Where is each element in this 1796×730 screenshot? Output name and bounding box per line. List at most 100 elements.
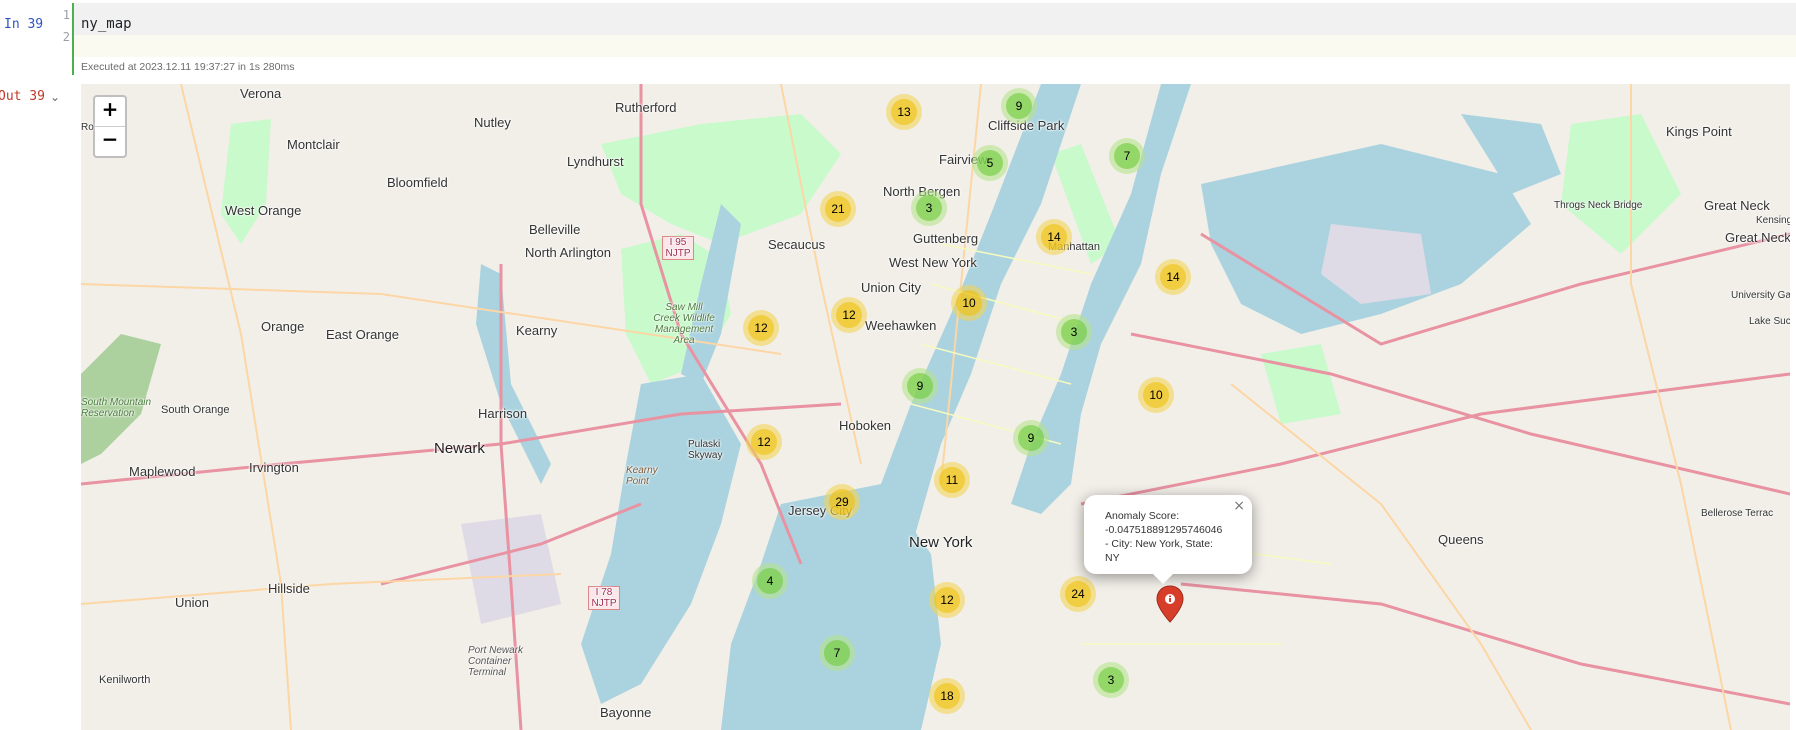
place-label: West Orange xyxy=(225,203,302,218)
collapse-output-icon[interactable]: ⌄ xyxy=(50,90,60,104)
cluster-count: 29 xyxy=(829,489,855,515)
place-label: Bayonne xyxy=(600,705,652,720)
cluster-count: 9 xyxy=(907,373,933,399)
marker-cluster[interactable]: 12 xyxy=(831,297,867,333)
marker-cluster[interactable]: 21 xyxy=(820,191,856,227)
place-label: Nutley xyxy=(474,115,511,130)
marker-cluster[interactable]: 13 xyxy=(886,94,922,130)
place-label: Newark xyxy=(434,440,485,457)
cluster-count: 18 xyxy=(934,683,960,709)
popup-line: - City: New York, State: xyxy=(1105,538,1213,550)
place-label: Montclair xyxy=(287,137,340,152)
place-label: Orange xyxy=(261,319,305,334)
place-label: West New York xyxy=(889,255,977,270)
popup-line: NY xyxy=(1105,552,1120,564)
place-label: Kearny xyxy=(516,323,558,338)
place-label: Lake Success xyxy=(1749,316,1790,327)
place-label: Queens xyxy=(1438,532,1484,547)
zoom-out-button[interactable]: − xyxy=(95,126,125,156)
place-label: Kenilworth xyxy=(99,674,151,686)
marker-cluster[interactable]: 29 xyxy=(824,484,860,520)
popup-content: Anomaly Score: -0.047518891295746046 - C… xyxy=(1105,509,1235,565)
cluster-count: 12 xyxy=(751,429,777,455)
cluster-count: 12 xyxy=(748,315,774,341)
place-label: Kensingto xyxy=(1756,215,1790,226)
marker-cluster[interactable]: 18 xyxy=(929,678,965,714)
place-label: Kings Point xyxy=(1666,124,1732,139)
marker-cluster[interactable]: 9 xyxy=(902,368,938,404)
marker-cluster[interactable]: 7 xyxy=(1109,138,1145,174)
highway-shield: I 95 NJTP xyxy=(662,236,694,260)
marker-cluster[interactable]: 24 xyxy=(1060,576,1096,612)
marker-cluster[interactable]: 10 xyxy=(951,285,987,321)
marker-cluster[interactable]: 14 xyxy=(1036,219,1072,255)
marker-cluster[interactable]: 10 xyxy=(1138,377,1174,413)
map-marker[interactable] xyxy=(1155,585,1185,627)
place-label: Rutherford xyxy=(615,100,677,115)
output-prompt-label: Out 39 xyxy=(0,89,45,104)
map-view[interactable]: + − Verona Nutley Rutherford Cliffside P… xyxy=(81,84,1790,730)
place-label: North Arlington xyxy=(525,245,611,260)
cluster-count: 12 xyxy=(934,587,960,613)
place-label: Guttenberg xyxy=(913,231,979,246)
place-label: Harrison xyxy=(478,406,528,421)
cluster-count: 21 xyxy=(825,196,851,222)
info-sign-icon xyxy=(1156,585,1184,623)
marker-cluster[interactable]: 12 xyxy=(746,424,782,460)
marker-cluster[interactable]: 3 xyxy=(1056,314,1092,350)
marker-cluster[interactable]: 11 xyxy=(934,462,970,498)
cluster-count: 9 xyxy=(1006,93,1032,119)
line-number-gutter: 1 2 xyxy=(52,4,70,48)
map-tiles xyxy=(81,84,1790,730)
input-prompt-label: In 39 xyxy=(4,17,44,32)
place-label: Great Neck xyxy=(1704,198,1770,213)
place-label: Saw Mill Creek Wildlife Management Area xyxy=(653,302,715,346)
marker-cluster[interactable]: 9 xyxy=(1001,88,1037,124)
cluster-count: 14 xyxy=(1041,224,1067,250)
code-editor[interactable]: ny_map xyxy=(74,3,1796,57)
place-label: South Mountain Reservation xyxy=(81,397,152,419)
marker-cluster[interactable]: 7 xyxy=(819,635,855,671)
cluster-count: 7 xyxy=(1114,143,1140,169)
marker-cluster[interactable]: 14 xyxy=(1155,259,1191,295)
cluster-count: 7 xyxy=(824,640,850,666)
cluster-count: 13 xyxy=(891,99,917,125)
place-label: Maplewood xyxy=(129,464,196,479)
marker-cluster[interactable]: 12 xyxy=(743,310,779,346)
place-label: Verona xyxy=(240,86,282,101)
cluster-count: 14 xyxy=(1160,264,1186,290)
popup-line: Anomaly Score: xyxy=(1105,510,1180,522)
code-line[interactable] xyxy=(74,35,1796,57)
marker-popup: × Anomaly Score: -0.047518891295746046 -… xyxy=(1084,495,1252,584)
place-label: University Gar xyxy=(1731,290,1790,301)
zoom-control: + − xyxy=(93,95,127,158)
place-label: Union xyxy=(175,595,209,610)
marker-cluster[interactable]: 9 xyxy=(1013,420,1049,456)
popup-line: -0.047518891295746046 xyxy=(1105,524,1223,536)
cluster-count: 9 xyxy=(1018,425,1044,451)
place-label: Great Neck Plaza xyxy=(1725,230,1790,245)
popup-tip xyxy=(1153,574,1173,584)
marker-cluster[interactable]: 3 xyxy=(911,190,947,226)
execution-info: Executed at 2023.12.11 19:37:27 in 1s 28… xyxy=(81,61,295,73)
place-label: East Orange xyxy=(326,327,399,342)
zoom-in-button[interactable]: + xyxy=(95,97,125,126)
cluster-count: 24 xyxy=(1065,581,1091,607)
popup-close-button[interactable]: × xyxy=(1233,498,1245,514)
place-label: Lyndhurst xyxy=(567,154,624,169)
cluster-count: 4 xyxy=(757,568,783,594)
marker-cluster[interactable]: 3 xyxy=(1093,662,1129,698)
place-label: Secaucus xyxy=(768,237,826,252)
place-label: South Orange xyxy=(161,404,230,416)
cluster-count: 3 xyxy=(1098,667,1124,693)
place-label: New York xyxy=(909,534,973,551)
marker-cluster[interactable]: 12 xyxy=(929,582,965,618)
marker-cluster[interactable]: 4 xyxy=(752,563,788,599)
place-label: Hillside xyxy=(268,581,310,596)
code-line[interactable]: ny_map xyxy=(74,3,1796,35)
place-label: Bellerose Terrac xyxy=(1701,508,1774,519)
marker-cluster[interactable]: 5 xyxy=(972,145,1008,181)
cluster-count: 11 xyxy=(939,467,965,493)
place-label: Irvington xyxy=(249,460,299,475)
place-label: Belleville xyxy=(529,222,581,237)
